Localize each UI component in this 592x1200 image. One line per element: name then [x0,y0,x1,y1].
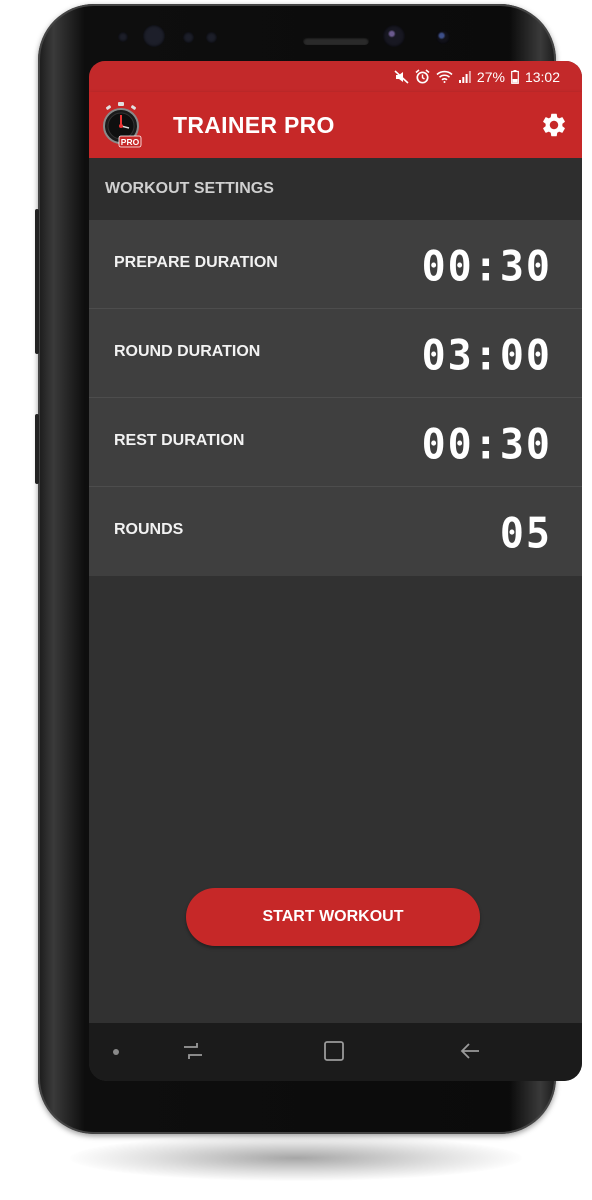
app-bar: PRO TRAINER PRO [89,92,582,158]
setting-value: 00:30 [421,242,552,292]
app-title: TRAINER PRO [173,112,335,138]
section-header: WORKOUT SETTINGS [89,158,582,220]
setting-value: 00:30 [421,420,552,470]
status-time: 13:02 [524,68,560,85]
navigation-bar [89,1023,582,1081]
iris-scanner-icon [143,25,165,47]
volume-button [35,209,39,354]
wifi-icon [436,70,453,83]
setting-label: REST DURATION [114,432,245,449]
setting-value: 05 [499,509,552,559]
battery-percent: 27% [476,68,505,85]
front-camera-icon [383,25,405,47]
setting-label: ROUNDS [114,521,184,538]
phone-frame: 27% 13:02 PRO TRAINER PRO WORKOUT SETTIN… [35,4,582,1134]
start-workout-button[interactable]: START WORKOUT [186,888,480,946]
status-bar: 27% 13:02 [89,61,582,92]
setting-row-round-duration[interactable]: ROUND DURATION 03:00 [89,309,582,398]
iris-camera-icon [436,30,450,44]
gear-icon[interactable] [540,111,568,139]
dot-icon[interactable] [111,1047,121,1057]
setting-label: ROUND DURATION [114,343,261,360]
phone-shadow [70,1135,522,1181]
proximity-sensor-icon [118,32,128,42]
sensor-dot-icon [206,32,217,43]
setting-row-prepare-duration[interactable]: PREPARE DURATION 00:30 [89,220,582,309]
settings-list: PREPARE DURATION 00:30 ROUND DURATION 03… [89,220,582,576]
back-icon[interactable] [459,1039,483,1063]
section-title: WORKOUT SETTINGS [105,180,274,197]
battery-icon [511,69,519,84]
app-screen: 27% 13:02 PRO TRAINER PRO WORKOUT SETTIN… [89,61,582,1081]
alarm-icon [415,69,430,84]
setting-label: PREPARE DURATION [114,254,278,271]
setting-row-rounds[interactable]: ROUNDS 05 [89,487,582,576]
setting-row-rest-duration[interactable]: REST DURATION 00:30 [89,398,582,487]
mute-icon [394,69,409,84]
logo-badge: PRO [121,137,140,147]
stopwatch-logo-icon: PRO [103,102,142,148]
setting-value: 03:00 [421,331,552,381]
home-icon[interactable] [322,1039,346,1063]
sensor-dot-icon [183,32,194,43]
bixby-button [35,414,39,484]
earpiece-speaker [303,37,369,45]
recents-icon[interactable] [181,1039,205,1063]
signal-icon [458,70,471,83]
